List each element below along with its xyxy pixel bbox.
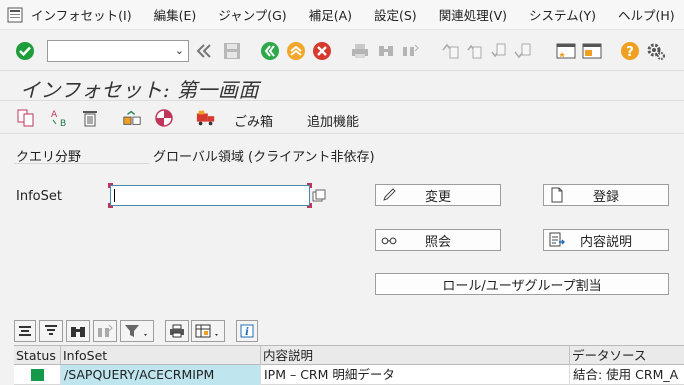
column-header-infoset[interactable]: InfoSet [61, 346, 261, 365]
find-next-icon [400, 41, 420, 61]
print-icon [350, 41, 370, 61]
gear-icon[interactable] [646, 41, 666, 61]
svg-text:B: B [60, 119, 66, 128]
back-icon[interactable] [260, 41, 280, 61]
display-button-label: 照会 [424, 234, 451, 250]
find-icon [376, 41, 396, 61]
text-cursor [114, 189, 115, 202]
sort-icon[interactable] [39, 320, 63, 342]
copy-icon[interactable] [16, 108, 36, 128]
svg-text:i: i [245, 327, 249, 338]
column-header-description[interactable]: 内容説明 [261, 346, 570, 365]
query-area-label: クエリ分野 [16, 150, 82, 165]
save-icon [222, 41, 242, 61]
role-assign-button-label: ロール/ユーザグループ割当 [442, 278, 602, 294]
status-cell [14, 365, 61, 385]
description-button[interactable]: 内容説明 [543, 229, 669, 251]
cancel-icon[interactable] [312, 41, 332, 61]
application-toolbar: AB ごみ箱 追加機能 [0, 100, 684, 134]
focus-corner-bl [108, 203, 113, 208]
menu-bar: インフォセット(I) 編集(E) ジャンプ(G) 補足(A) 設定(S) 関連処… [0, 0, 684, 30]
grid-header: Status InfoSet 内容説明 データソース [14, 345, 684, 365]
first-page-icon [440, 41, 460, 61]
additional-functions-menu[interactable]: 追加機能 [307, 111, 359, 130]
trash-bin-label[interactable]: ごみ箱 [234, 111, 273, 130]
column-header-datasource[interactable]: データソース [570, 346, 684, 365]
display-button[interactable]: 照会 [375, 229, 501, 251]
menu-extras[interactable]: 補足(A) [309, 5, 352, 24]
last-page-icon [512, 41, 532, 61]
menu-goto[interactable]: ジャンプ(G) [218, 5, 286, 24]
double-chevron-left-icon[interactable] [194, 41, 214, 61]
details-icon[interactable] [14, 320, 36, 342]
status-green-icon [31, 369, 44, 381]
trash-icon[interactable] [80, 108, 100, 128]
value-help-icon[interactable] [311, 188, 327, 204]
query-area-value: グローバル領域 (クライアント非依存) [153, 150, 375, 165]
glasses-icon [381, 233, 397, 247]
menu-help[interactable]: ヘルプ(H) [618, 5, 675, 24]
create-button[interactable]: 登録 [543, 184, 669, 206]
binoculars-icon[interactable] [66, 320, 90, 342]
menu-environment[interactable]: 関連処理(V) [439, 5, 507, 24]
description-cell[interactable]: IPM – CRM 明細データ [261, 365, 570, 385]
enter-icon[interactable] [15, 41, 35, 61]
description-button-label: 内容説明 [579, 234, 632, 250]
svg-text:A: A [51, 110, 58, 120]
command-field[interactable]: ⌄ [47, 40, 189, 62]
rename-icon[interactable]: AB [50, 108, 70, 128]
new-document-icon [549, 187, 565, 203]
find-next-grid-icon[interactable] [93, 320, 117, 342]
datasource-cell[interactable]: 結合: 使用 CRM_A [570, 365, 684, 385]
next-page-icon [488, 41, 508, 61]
print-grid-icon[interactable] [165, 320, 189, 342]
infoset-cell[interactable]: /SAPQUERY/ACECRMIPM [61, 365, 261, 385]
change-button[interactable]: 変更 [375, 184, 501, 206]
shortcut-icon[interactable] [582, 41, 602, 61]
grid-toolbar: i [14, 320, 684, 344]
info-icon[interactable]: i [236, 320, 258, 342]
new-session-icon[interactable] [556, 41, 576, 61]
layout-icon[interactable] [191, 320, 225, 342]
filter-icon[interactable] [120, 320, 154, 342]
transport-icon[interactable] [122, 108, 142, 128]
menu-edit[interactable]: 編集(E) [154, 5, 197, 24]
change-button-label: 変更 [424, 189, 451, 205]
truck-icon[interactable] [196, 108, 216, 128]
page-title: インフォセット: 第一画面 [20, 78, 259, 102]
table-row[interactable]: /SAPQUERY/ACECRMIPM IPM – CRM 明細データ 結合: … [14, 365, 684, 385]
previous-page-icon [464, 41, 484, 61]
document-arrow-icon [549, 232, 565, 247]
svg-text:?: ? [626, 45, 634, 60]
standard-toolbar: ⌄ ? [0, 31, 684, 71]
sap-menu-icon[interactable] [7, 6, 23, 24]
infoset-label: InfoSet [16, 189, 62, 204]
menu-settings[interactable]: 設定(S) [374, 5, 417, 24]
role-user-group-assign-button[interactable]: ロール/ユーザグループ割当 [375, 273, 669, 295]
exit-icon[interactable] [286, 41, 306, 61]
menu-infoset[interactable]: インフォセット(I) [31, 5, 132, 24]
create-button-label: 登録 [592, 189, 619, 205]
focus-corner-tl [108, 183, 113, 188]
pencil-icon [381, 188, 397, 202]
infoset-input[interactable] [110, 185, 310, 206]
help-icon[interactable]: ? [620, 41, 640, 61]
pie-chart-icon[interactable] [154, 108, 174, 128]
chevron-down-icon[interactable]: ⌄ [175, 44, 184, 57]
menu-system[interactable]: システム(Y) [529, 5, 596, 24]
column-header-status[interactable]: Status [14, 346, 61, 365]
